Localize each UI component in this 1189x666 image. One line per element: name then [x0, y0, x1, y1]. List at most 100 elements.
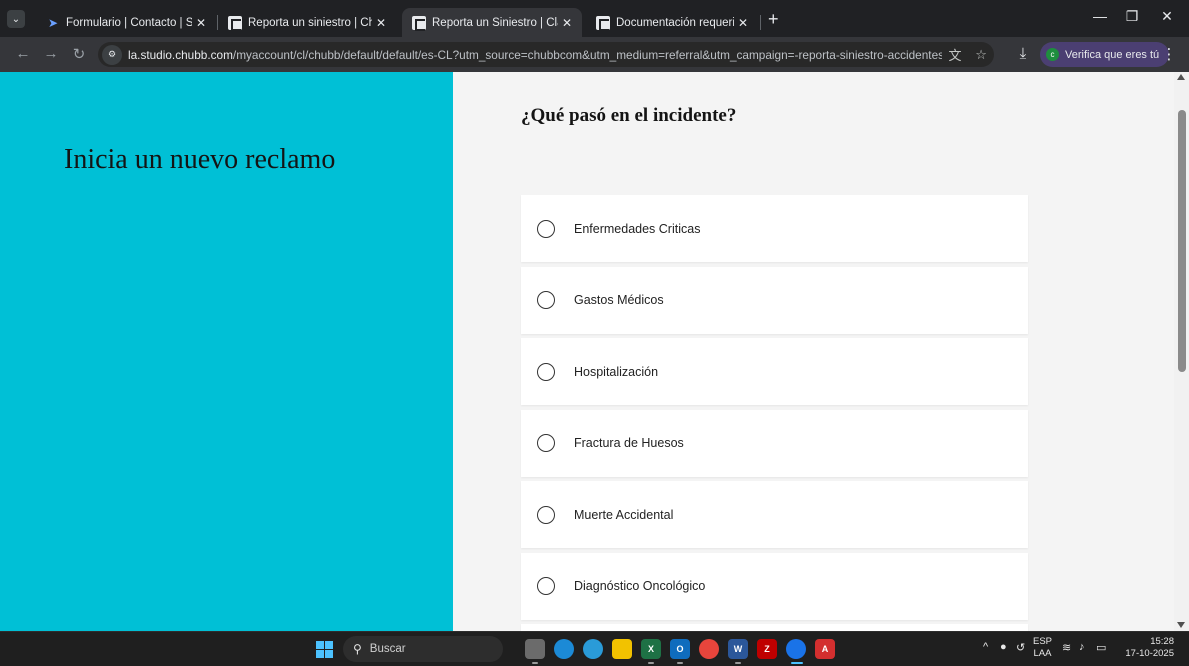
- filezilla-icon[interactable]: Z: [757, 639, 777, 659]
- bird-icon: ➤: [47, 15, 59, 30]
- minimize-icon[interactable]: —: [1085, 8, 1115, 24]
- option-label: Diagnóstico Oncológico: [574, 579, 706, 593]
- scrollbar-thumb[interactable]: [1178, 110, 1186, 372]
- url-path: /myaccount/cl/chubb/default/default/es-C…: [232, 47, 943, 62]
- tab-search-chevron-icon[interactable]: ⌄: [7, 10, 25, 28]
- running-indicator: [677, 662, 683, 664]
- radio-button[interactable]: [537, 362, 555, 381]
- page-scrollbar[interactable]: [1174, 72, 1189, 631]
- option-label: Hospitalización: [574, 364, 659, 379]
- option-label: Muerte Accidental: [574, 507, 674, 522]
- volume-icon[interactable]: ♪: [1079, 641, 1085, 653]
- clock-time: 15:28: [1150, 636, 1174, 647]
- excel-icon[interactable]: X: [641, 639, 661, 659]
- layout-code: LAA: [1033, 648, 1052, 659]
- chubb-c-icon: [228, 15, 242, 31]
- option-label: Fractura de Huesos: [574, 436, 684, 450]
- chrome-icon[interactable]: [699, 639, 719, 659]
- translate-icon[interactable]: 文: [942, 45, 968, 64]
- tab-documentacion[interactable]: Documentación requerida para ✕: [586, 8, 758, 37]
- tab-title: Documentación requerida para: [616, 16, 734, 29]
- profile-c-icon: c: [1046, 48, 1059, 61]
- back-arrow-icon[interactable]: ←: [14, 45, 32, 62]
- edge-icon[interactable]: [583, 639, 603, 659]
- tray-app-icon[interactable]: ●: [1000, 641, 1007, 653]
- language-indicator[interactable]: ESP LAA: [1033, 636, 1052, 660]
- running-indicator: [648, 662, 654, 664]
- chubb-c-icon: [412, 15, 426, 31]
- battery-icon[interactable]: ▭: [1096, 641, 1106, 654]
- address-bar[interactable]: ⚙ la.studio.chubb.com/myaccount/cl/chubb…: [98, 42, 994, 67]
- url-host: la.studio.chubb.com: [127, 47, 233, 62]
- tray-chevron-up-icon[interactable]: ^: [983, 641, 988, 653]
- tab-title: Reporta un Siniestro | Claims: [432, 16, 558, 29]
- scroll-up-arrow-icon[interactable]: [1177, 74, 1185, 80]
- windows-start-icon[interactable]: [316, 641, 333, 658]
- tray-sync-icon[interactable]: ↺: [1016, 641, 1025, 654]
- active-app-indicator: [791, 662, 803, 664]
- option-hospitalizacion[interactable]: Hospitalización: [521, 338, 1028, 405]
- word-icon[interactable]: W: [728, 639, 748, 659]
- tab-reporta-chubb[interactable]: Reporta un siniestro | Chubb ✕: [218, 8, 396, 37]
- browser-toolbar: ← → ↻ ⚙ la.studio.chubb.com/myaccount/cl…: [0, 37, 1189, 72]
- verify-profile-chip[interactable]: c Verifica que eres tú: [1040, 42, 1170, 67]
- verify-chip-label: Verifica que eres tú: [1065, 48, 1160, 61]
- option-label: Gastos Médicos: [574, 293, 664, 307]
- download-icon[interactable]: ⤓: [1014, 45, 1032, 62]
- new-tab-plus-icon[interactable]: +: [768, 10, 779, 28]
- option-muerte-accidental[interactable]: Muerte Accidental: [521, 481, 1028, 548]
- option-label: Enfermedades Criticas: [574, 221, 701, 236]
- radio-button[interactable]: [537, 291, 555, 309]
- close-icon[interactable]: ✕: [192, 16, 210, 30]
- close-icon[interactable]: ✕: [558, 16, 576, 30]
- taskbar-search-placeholder: Buscar: [369, 643, 406, 655]
- radio-button[interactable]: [537, 577, 555, 595]
- left-hero-panel: Inicia un nuevo reclamo: [0, 72, 453, 631]
- radio-button[interactable]: [537, 505, 555, 524]
- running-indicator: [735, 662, 741, 664]
- close-icon[interactable]: ✕: [734, 16, 752, 30]
- lang-code: ESP: [1033, 636, 1053, 647]
- option-fractura-de-huesos[interactable]: Fractura de Huesos: [521, 409, 1028, 477]
- option-gastos-medicos[interactable]: Gastos Médicos: [521, 266, 1028, 334]
- page-title: Inicia un nuevo reclamo: [64, 144, 336, 175]
- url-text[interactable]: la.studio.chubb.com/myaccount/cl/chubb/d…: [128, 48, 942, 62]
- forward-arrow-icon[interactable]: →: [42, 45, 60, 62]
- option-partial-next[interactable]: [521, 624, 1028, 631]
- tab-strip: ⌄ ➤ Formulario | Contacto | Seguro ✕ Rep…: [0, 0, 1189, 37]
- incident-options-list: Enfermedades Criticas Gastos Médicos Hos…: [521, 195, 1028, 631]
- close-icon[interactable]: ✕: [372, 16, 390, 30]
- outlook-icon[interactable]: O: [670, 639, 690, 659]
- radio-button[interactable]: [537, 219, 555, 238]
- wifi-icon[interactable]: ≋: [1062, 641, 1071, 654]
- tab-title: Reporta un siniestro | Chubb: [248, 16, 372, 29]
- system-clock[interactable]: 15:28 17-10-2025: [1118, 636, 1174, 660]
- restore-icon[interactable]: ❐: [1117, 8, 1147, 25]
- option-enfermedades-criticas[interactable]: Enfermedades Criticas: [521, 195, 1028, 262]
- scroll-down-arrow-icon[interactable]: [1177, 622, 1185, 628]
- question-heading: ¿Qué pasó en el incidente?: [521, 105, 737, 126]
- tab-title: Formulario | Contacto | Seguro: [66, 16, 192, 29]
- running-indicator: [532, 662, 538, 664]
- search-icon: ⚲: [353, 642, 362, 656]
- tab-reporta-claims[interactable]: Reporta un Siniestro | Claims ✕: [402, 8, 582, 37]
- page-content: Inicia un nuevo reclamo ¿Qué pasó en el …: [0, 72, 1174, 631]
- bookmark-star-icon[interactable]: ☆: [968, 47, 994, 63]
- kebab-menu-icon[interactable]: ⋮: [1160, 45, 1178, 63]
- windows-taskbar: ⚲ Buscar X O W Z A ^ ● ↺ ESP LAA ≋ ♪ ▭ 1…: [0, 631, 1189, 666]
- tab-formulario[interactable]: ➤ Formulario | Contacto | Seguro ✕: [36, 8, 216, 37]
- site-info-tune-icon[interactable]: ⚙: [102, 44, 122, 65]
- option-diagnostico-oncologico[interactable]: Diagnóstico Oncológico: [521, 552, 1028, 620]
- window-close-icon[interactable]: ✕: [1152, 8, 1182, 25]
- reload-icon[interactable]: ↻: [70, 45, 88, 63]
- taskbar-search-box[interactable]: ⚲ Buscar: [343, 636, 503, 662]
- task-view-icon[interactable]: [525, 639, 545, 659]
- file-explorer-icon[interactable]: [612, 639, 632, 659]
- acrobat-icon[interactable]: A: [815, 639, 835, 659]
- chrome-profile-icon[interactable]: [786, 639, 806, 659]
- chubb-c-icon: [596, 15, 610, 31]
- clock-date: 17-10-2025: [1125, 648, 1174, 659]
- copilot-icon[interactable]: [554, 639, 574, 659]
- radio-button[interactable]: [537, 434, 555, 452]
- tab-separator: [760, 15, 761, 30]
